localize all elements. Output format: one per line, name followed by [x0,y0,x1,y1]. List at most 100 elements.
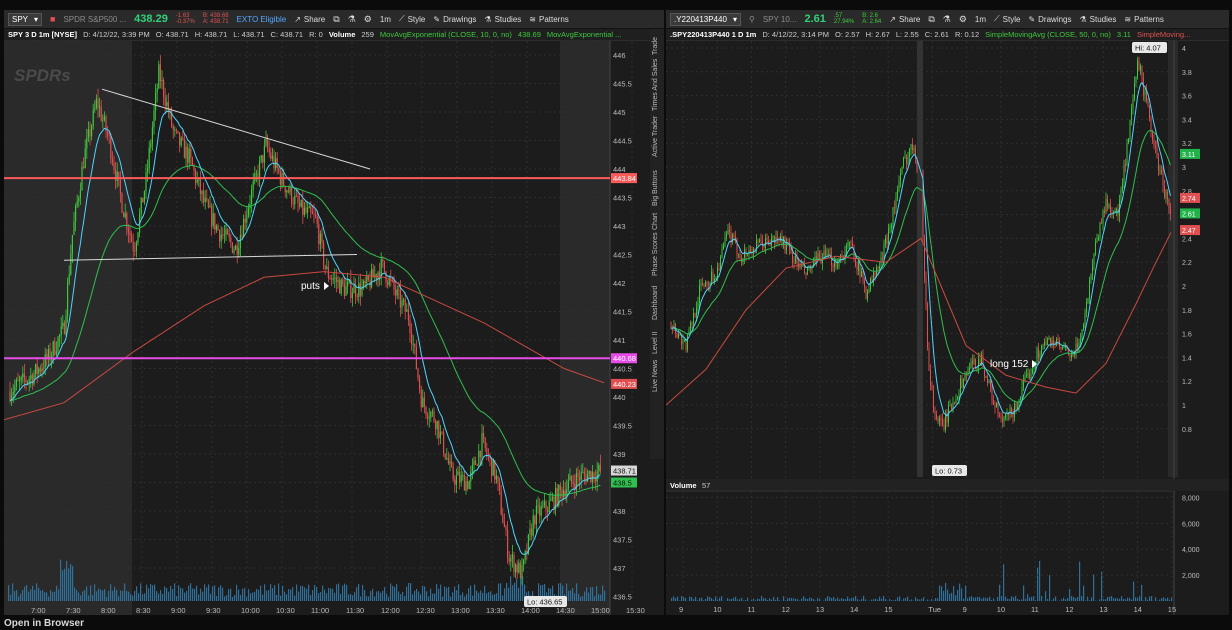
spy-chart-panel[interactable]: SPY ▾ ■ SPDR S&P500 ... 438.29 -1.63 -0.… [4,10,664,615]
volume-bar [755,600,757,601]
volume-bar [945,582,947,601]
side-tab[interactable]: Big Buttons [652,170,659,206]
option-chart-panel[interactable]: .Y220413P440 ▾ ⚲ SPY 10... 2.61 .57 27.9… [666,10,1229,615]
candle-body [470,471,472,482]
side-tab[interactable]: Dashboard [652,286,659,320]
volume-bar [500,583,502,601]
time-tick-label: 14:30 [556,606,575,615]
share-button[interactable]: ↗ Share [294,15,325,24]
candle-body [1143,78,1144,96]
candle-body [100,106,102,121]
volume-bar [164,586,166,601]
window-icon[interactable]: ⧉ [928,14,934,25]
volume-bar [188,585,190,601]
volume-bar [90,585,92,601]
volume-bar [172,589,174,601]
candle-body [885,237,886,244]
style-button[interactable]: ⟋ Style [994,14,1020,24]
candle-body [1158,157,1159,171]
side-tab[interactable]: Chart [652,213,659,230]
volume-bar [416,588,418,601]
flask-icon[interactable]: ⚗ [943,14,951,25]
price-tick-label: 1.4 [1182,355,1192,362]
volume-bar [889,598,891,601]
candle-body [222,234,224,236]
candle-body [580,472,582,481]
drawings-button[interactable]: ✎ Drawings [1028,15,1071,24]
volume-bar [316,587,318,601]
side-tab[interactable]: Trade [652,37,659,55]
gear-icon[interactable]: ⚙ [364,14,372,25]
candle-body [340,279,342,294]
candle-body [1123,164,1125,184]
studies-button[interactable]: ⚗ Studies [484,15,521,24]
volume-bar [761,595,763,601]
share-button[interactable]: ↗ Share [889,15,920,24]
candle-body [850,242,852,243]
studies-button[interactable]: ⚗ Studies [1080,15,1117,24]
candle-body [351,293,353,298]
open-in-browser-link[interactable]: Open in Browser [4,618,84,629]
style-button[interactable]: ⟋ Style [399,14,425,24]
volume-bar [318,593,320,601]
candle-body [414,343,416,348]
price-tick-label: 3.2 [1182,141,1192,148]
candle-body [67,282,69,316]
candle-body [217,225,219,231]
side-tab[interactable]: Phase Scores [652,232,659,276]
bar-close: C: 2.61 [924,30,949,39]
volume-bar [400,594,402,601]
volume-bar [600,594,602,601]
symbol-selector[interactable]: SPY ▾ [8,12,43,26]
side-tab[interactable]: Level II [652,331,659,354]
window-icon[interactable]: ⧉ [333,14,339,25]
timeframe-button[interactable]: 1m [380,15,391,24]
volume-bar [438,588,440,601]
exto-eligible-link[interactable]: EXTO Eligible [237,15,287,24]
volume-bar [12,583,14,601]
candle-body [471,464,473,472]
time-tick-label: 13:30 [486,606,505,615]
side-tab[interactable]: Times And Sales [652,59,659,111]
volume-bar [344,583,346,601]
price-tick-label: 439 [613,450,626,459]
volume-bar [697,600,699,601]
timeframe-button[interactable]: 1m [975,15,986,24]
volume-bar [312,590,314,601]
candle-body [1030,374,1032,379]
volume-bar [254,591,256,601]
bid-ask: B: 2.6 A: 2.64 [862,13,882,25]
volume-bar [482,592,484,601]
volume-bar [753,598,755,601]
candle-body [1108,204,1110,208]
candle-body [1156,147,1158,158]
time-tick-label: 10:00 [241,606,260,615]
volume-bar [977,596,979,601]
pin-icon[interactable]: ⚲ [749,15,755,24]
candle-body [113,162,115,170]
price-tick-label: 442 [613,279,626,288]
volume-bar [909,600,911,601]
spy-price-chart[interactable]: SPDRs 446 445.5 445 444.5 444 443.5 443 442.5 44… [4,41,650,615]
candle-body [712,271,714,282]
flask-icon[interactable]: ⚗ [348,14,356,25]
patterns-button[interactable]: ≋ Patterns [1124,15,1164,24]
drawings-button[interactable]: ✎ Drawings [433,15,476,24]
volume-tick-label: 6,000 [1182,521,1200,528]
candle-body [70,253,72,275]
side-tab[interactable]: Live News [652,360,659,392]
side-tab[interactable]: Active Trader [652,116,659,157]
volume-bar [1145,597,1147,601]
candle-body [422,397,424,408]
symbol-selector[interactable]: .Y220413P440 ▾ [670,12,741,26]
volume-bar [1091,597,1093,601]
candle-body [243,218,245,238]
candle-body [12,391,14,396]
candle-body [73,221,75,235]
candle-body [894,207,895,209]
volume-bar [284,591,286,601]
patterns-button[interactable]: ≋ Patterns [529,15,569,24]
option-price-chart[interactable]: 43.83.63.43.232.82.62.42.221.81.61.41.21… [666,41,1229,615]
gear-icon[interactable]: ⚙ [959,14,967,25]
time-tick-label: 15:30 [626,606,645,615]
